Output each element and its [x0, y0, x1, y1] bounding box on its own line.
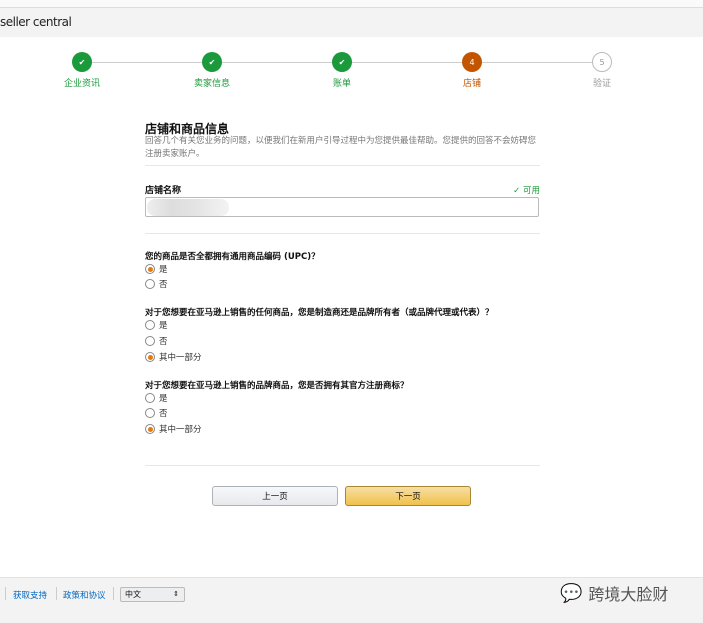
step-label: 店铺	[462, 79, 481, 89]
radio-tm-no[interactable]: 否	[145, 407, 168, 419]
radio-owner-some[interactable]: 其中一部分	[145, 351, 202, 363]
form-description: 回答几个有关您业务的问题，以便我们在新用户引导过程中为您提供最佳帮助。您提供的回…	[145, 136, 537, 159]
question-upc: 您的商品是否全都拥有通用商品编码 (UPC)？	[145, 252, 320, 262]
radio-label: 其中一部分	[159, 425, 202, 435]
radio-selected[interactable]	[145, 264, 155, 274]
step-label: 卖家信息	[193, 79, 230, 89]
select-arrows-icon: ⇕	[173, 590, 179, 598]
radio-selected[interactable]	[145, 424, 155, 434]
divider	[145, 465, 540, 466]
radio-label: 否	[159, 409, 168, 419]
header: seller central	[0, 8, 703, 37]
radio-upc-yes[interactable]: 是	[145, 263, 168, 275]
radio[interactable]	[145, 408, 155, 418]
radio[interactable]	[145, 279, 155, 289]
store-name-label: 店铺名称	[145, 186, 182, 196]
divider	[145, 165, 540, 166]
step-2-check-icon: ✔	[202, 52, 222, 72]
question-trademark: 对于您想要在亚马逊上销售的品牌商品，您是否拥有其官方注册商标？	[145, 381, 409, 391]
radio-label: 是	[159, 394, 168, 404]
radio-tm-yes[interactable]: 是	[145, 392, 168, 404]
footer: 获取支持 政策和协议 中文 ⇕ 💬 跨境大脸财	[0, 577, 703, 623]
divider	[5, 587, 6, 600]
step-1-check-icon: ✔	[72, 52, 92, 72]
check-icon: ✓	[513, 186, 523, 196]
radio[interactable]	[145, 336, 155, 346]
language-value: 中文	[125, 590, 141, 599]
watermark: 💬 跨境大脸财	[560, 581, 668, 605]
step-label: 验证	[592, 79, 611, 89]
radio-tm-some[interactable]: 其中一部分	[145, 423, 202, 435]
radio-upc-no[interactable]: 否	[145, 278, 168, 290]
step-5-indicator: 5	[592, 52, 612, 72]
step-label: 账单	[332, 79, 351, 89]
support-link[interactable]: 获取支持	[13, 589, 47, 601]
step-3-check-icon: ✔	[332, 52, 352, 72]
radio-owner-no[interactable]: 否	[145, 335, 168, 347]
browser-top	[0, 0, 703, 8]
availability-status: ✓ 可用	[513, 184, 540, 196]
policy-link[interactable]: 政策和协议	[63, 589, 106, 601]
divider	[145, 233, 540, 234]
watermark-text: 跨境大脸财	[588, 585, 669, 604]
step-4-indicator: 4	[462, 52, 482, 72]
radio-label: 是	[159, 265, 168, 275]
store-name-input[interactable]	[145, 197, 539, 217]
blurred-value	[147, 199, 229, 216]
availability-text: 可用	[522, 186, 540, 196]
radio-selected[interactable]	[145, 352, 155, 362]
radio[interactable]	[145, 320, 155, 330]
wechat-icon: 💬	[560, 582, 583, 604]
radio-owner-yes[interactable]: 是	[145, 319, 168, 331]
divider	[113, 587, 114, 600]
previous-button[interactable]: 上一页	[212, 486, 338, 506]
logo[interactable]: seller central	[0, 15, 72, 29]
divider	[56, 587, 57, 600]
radio-label: 否	[159, 280, 168, 290]
radio-label: 是	[159, 321, 168, 331]
radio[interactable]	[145, 393, 155, 403]
radio-label: 否	[159, 337, 168, 347]
question-brand-owner: 对于您想要在亚马逊上销售的任何商品，您是制造商还是品牌所有者（或品牌代理或代表）…	[145, 308, 494, 318]
radio-label: 其中一部分	[159, 353, 202, 363]
step-label: 企业资讯	[63, 79, 100, 89]
language-select[interactable]: 中文 ⇕	[120, 587, 185, 602]
next-button[interactable]: 下一页	[345, 486, 471, 506]
